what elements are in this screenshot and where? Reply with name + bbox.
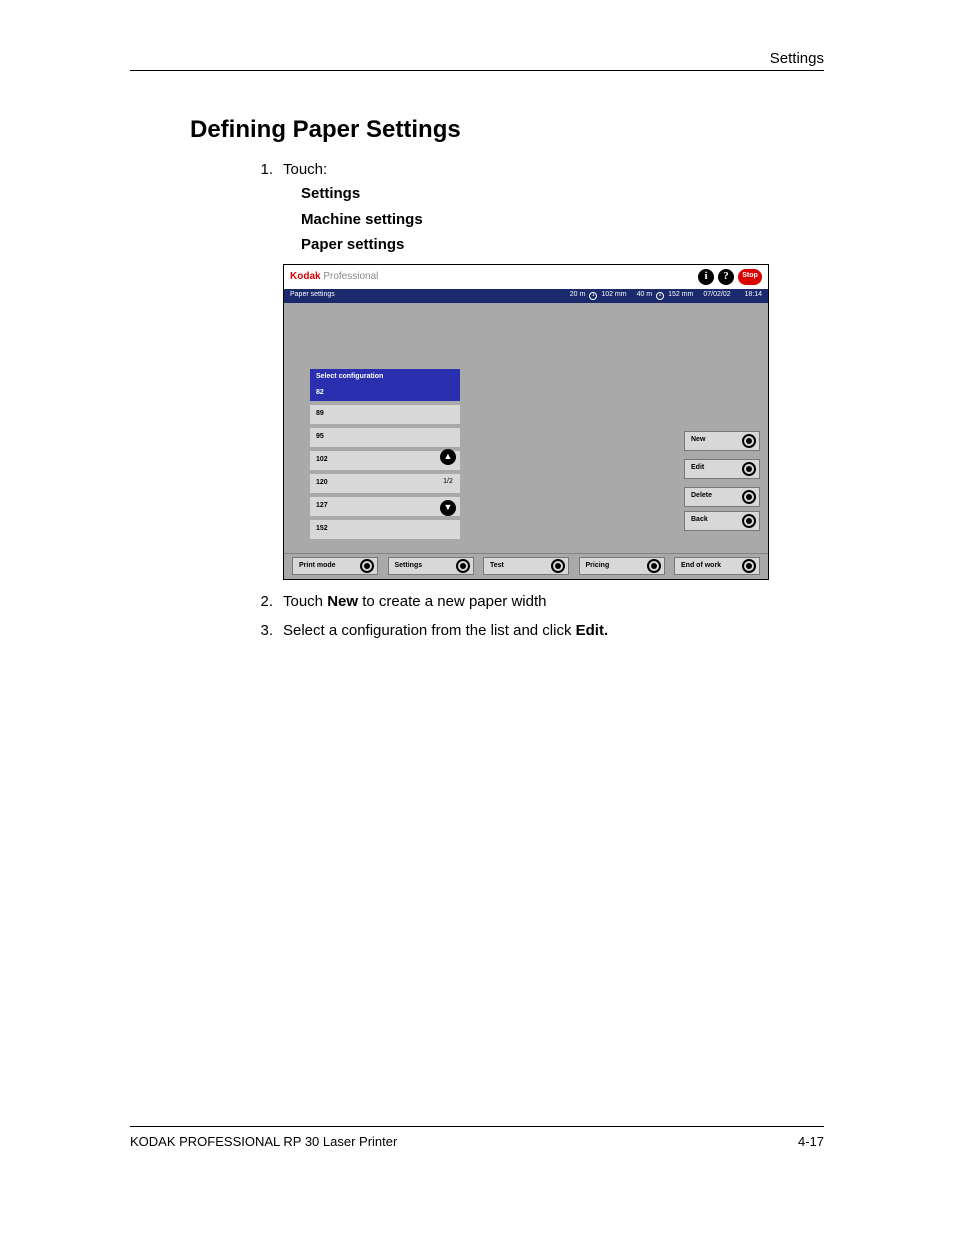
scroll-up-icon[interactable]: ▲ bbox=[440, 449, 456, 465]
screenshot-titlebar: Kodak Professional i ? Stop bbox=[284, 265, 768, 289]
edit-button[interactable]: Edit bbox=[684, 459, 760, 479]
step-number: 2. bbox=[255, 590, 283, 613]
back-button[interactable]: Back bbox=[684, 511, 760, 531]
step-number: 3. bbox=[255, 619, 283, 642]
step-1-path-3: Paper settings bbox=[301, 232, 815, 258]
stop-button[interactable]: Stop bbox=[738, 269, 762, 285]
knob-icon bbox=[742, 434, 756, 448]
step-1-intro: Touch: bbox=[283, 161, 327, 178]
screen-title: Paper settings bbox=[290, 290, 335, 301]
step-3-text-pre: Select a configuration from the list and… bbox=[283, 622, 576, 639]
knob-icon bbox=[456, 559, 470, 573]
knob-icon bbox=[360, 559, 374, 573]
footer-left: KODAK PROFESSIONAL RP 30 Laser Printer bbox=[130, 1134, 397, 1149]
status-date: 07/02/02 bbox=[703, 290, 730, 301]
list-header: Select configuration bbox=[310, 369, 460, 385]
step-1-path-1: Settings bbox=[301, 181, 815, 207]
roll2-length: 40 m bbox=[637, 290, 653, 301]
header-rule bbox=[130, 70, 824, 71]
roll1-width: 102 mm bbox=[601, 290, 626, 301]
roll1-length: 20 m bbox=[570, 290, 586, 301]
section-title: Defining Paper Settings bbox=[190, 116, 461, 144]
brand-logo: Kodak Professional bbox=[290, 269, 378, 285]
roll2-width: 152 mm bbox=[668, 290, 693, 301]
help-icon[interactable]: ? bbox=[718, 269, 734, 285]
status-bar: Paper settings 20 m 1 102 mm 40 m 2 152 … bbox=[284, 289, 768, 303]
knob-icon bbox=[551, 559, 565, 573]
roll-1-icon: 1 bbox=[589, 292, 597, 300]
roll-2-icon: 2 bbox=[656, 292, 664, 300]
step-2-text-post: to create a new paper width bbox=[358, 593, 546, 610]
knob-icon bbox=[647, 559, 661, 573]
print-mode-button[interactable]: Print mode bbox=[292, 557, 378, 575]
list-item[interactable]: 152 bbox=[310, 520, 460, 539]
step-1-path-2: Machine settings bbox=[301, 207, 815, 233]
step-2: 2. Touch New to create a new paper width bbox=[255, 590, 815, 613]
list-item[interactable]: 95 bbox=[310, 428, 460, 447]
end-of-work-button[interactable]: End of work bbox=[674, 557, 760, 575]
footer-right: 4-17 bbox=[798, 1134, 824, 1149]
step-1: 1. Touch: Settings Machine settings Pape… bbox=[255, 158, 815, 258]
step-2-text-pre: Touch bbox=[283, 593, 327, 610]
footer-rule bbox=[130, 1126, 824, 1127]
knob-icon bbox=[742, 490, 756, 504]
step-3-bold: Edit. bbox=[576, 622, 609, 639]
knob-icon bbox=[742, 514, 756, 528]
settings-button[interactable]: Settings bbox=[388, 557, 474, 575]
knob-icon bbox=[742, 462, 756, 476]
embedded-screenshot: Kodak Professional i ? Stop Paper settin… bbox=[283, 264, 815, 580]
new-button[interactable]: New bbox=[684, 431, 760, 451]
delete-button[interactable]: Delete bbox=[684, 487, 760, 507]
page-header-right: Settings bbox=[770, 50, 824, 67]
list-item[interactable]: 89 bbox=[310, 405, 460, 424]
step-3: 3. Select a configuration from the list … bbox=[255, 619, 815, 642]
screenshot-footer: Print mode Settings Test Pricing End of … bbox=[284, 553, 768, 579]
knob-icon bbox=[742, 559, 756, 573]
instruction-list: 1. Touch: Settings Machine settings Pape… bbox=[255, 158, 815, 648]
step-2-bold: New bbox=[327, 593, 358, 610]
page-indicator: 1/2 bbox=[436, 465, 460, 500]
pricing-button[interactable]: Pricing bbox=[579, 557, 665, 575]
step-number: 1. bbox=[255, 158, 283, 258]
info-icon[interactable]: i bbox=[698, 269, 714, 285]
list-item-selected[interactable]: 82 bbox=[310, 385, 460, 402]
status-time: 18:14 bbox=[744, 290, 762, 301]
test-button[interactable]: Test bbox=[483, 557, 569, 575]
scroll-down-icon[interactable]: ▼ bbox=[440, 500, 456, 516]
